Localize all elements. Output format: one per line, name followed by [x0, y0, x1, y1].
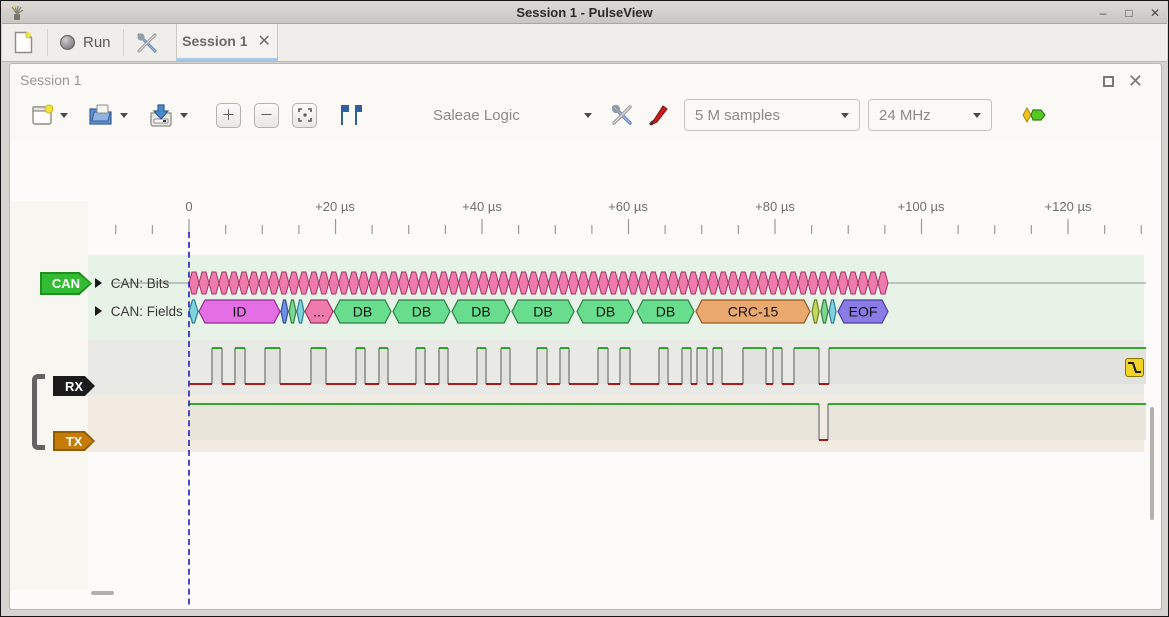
tab-label: Session 1 — [182, 33, 247, 49]
add-decoder-button[interactable] — [1020, 105, 1050, 125]
run-label: Run — [83, 34, 111, 51]
subwindow-maximize-button[interactable] — [1103, 76, 1114, 87]
decoder-row-fields-label: CAN: Fields — [111, 304, 183, 319]
subwindow-title: Session 1 — [20, 72, 81, 88]
time-cursor-line[interactable] — [188, 232, 190, 608]
decoder-tag-label: CAN — [52, 276, 80, 291]
configure-device-button[interactable] — [610, 103, 634, 127]
sample-rate-label: 24 MHz — [879, 107, 931, 124]
decoder-field-label: DB — [471, 304, 490, 320]
decoder-field-label: DB — [533, 304, 552, 320]
run-state-icon — [60, 35, 75, 50]
channel-group-bracket[interactable] — [32, 374, 45, 450]
decoder-field-label: DB — [412, 304, 431, 320]
open-file-button[interactable] — [88, 103, 134, 127]
zoom-fit-button[interactable] — [292, 103, 317, 128]
pulseview-window: Session 1 - PulseView – □ ✕ Run — [0, 0, 1169, 617]
decoder-row-bits-label: CAN: Bits — [111, 276, 170, 291]
sample-count-select[interactable]: 5 M samples — [684, 99, 860, 131]
tab-close-icon[interactable]: ✕ — [258, 31, 271, 51]
save-dropdown-arrow[interactable] — [180, 113, 188, 118]
sample-rate-select[interactable]: 24 MHz — [868, 99, 992, 131]
minimize-button[interactable]: – — [1097, 7, 1109, 19]
toolbar-separator — [47, 29, 48, 56]
device-label: Saleae Logic — [433, 107, 520, 124]
close-button[interactable]: ✕ — [1149, 7, 1161, 19]
save-file-button[interactable] — [148, 103, 194, 127]
expander-icon[interactable] — [95, 306, 102, 316]
device-dropdown-arrow — [584, 113, 592, 118]
decoder-field-label: CRC-15 — [728, 304, 779, 320]
zoom-in-button[interactable]: ＋ — [216, 103, 241, 128]
tab-session-1[interactable]: Session 1 ✕ — [176, 24, 278, 61]
settings-button[interactable] — [126, 24, 168, 61]
save-icon — [148, 103, 174, 127]
open-folder-icon — [88, 103, 114, 127]
show-cursors-button[interactable] — [337, 103, 363, 127]
trace-view[interactable]: 0+20 µs+40 µs+60 µs+80 µs+100 µs+120 µs … — [11, 139, 1160, 608]
title-bar[interactable]: Session 1 - PulseView – □ ✕ — [2, 2, 1167, 24]
configure-device-icon — [610, 103, 634, 127]
sample-count-label: 5 M samples — [695, 107, 780, 124]
decoder-field-label: DB — [353, 304, 372, 320]
new-file-icon — [30, 103, 54, 127]
maximize-button[interactable]: □ — [1123, 7, 1135, 19]
toolbar-separator — [123, 29, 124, 56]
rx-tag-label: RX — [65, 379, 83, 394]
decoder-field-label: EOF — [849, 304, 878, 320]
add-decoder-icon — [1020, 105, 1050, 125]
decoder-row-fields[interactable]: CAN: Fields — [95, 304, 183, 319]
settings-icon — [136, 32, 158, 54]
vertical-scrollbar-thumb[interactable] — [1150, 407, 1154, 520]
new-session-button[interactable] — [2, 24, 45, 61]
device-select[interactable]: Saleae Logic — [433, 99, 598, 131]
horizontal-scrollbar-thumb[interactable] — [91, 591, 114, 595]
probe-icon — [646, 103, 670, 127]
waveform-canvas: ID... DB DB DB DB DB DB CRC-15 EOF — [11, 139, 1160, 608]
open-file-dropdown-arrow[interactable] — [120, 113, 128, 118]
new-file-dropdown-arrow[interactable] — [60, 113, 68, 118]
decoder-field-label: ... — [313, 304, 325, 320]
configure-channels-button[interactable] — [646, 103, 670, 127]
sample-count-dropdown-arrow — [841, 113, 849, 118]
decoder-row-bits[interactable]: CAN: Bits — [95, 276, 169, 291]
zoom-fit-icon — [298, 108, 312, 122]
subwindow-close-button[interactable]: ✕ — [1128, 74, 1143, 88]
tx-tag-label: TX — [66, 434, 83, 449]
cursors-flags-icon — [337, 103, 363, 127]
decoder-field-label: DB — [596, 304, 615, 320]
new-session-icon — [14, 31, 33, 54]
session-toolbar: ＋ － Saleae Logic — [22, 94, 1149, 136]
run-button[interactable]: Run — [50, 24, 121, 61]
new-file-button[interactable] — [30, 103, 74, 127]
main-toolbar: Run Session 1 ✕ — [2, 24, 1167, 62]
decoder-field-label: DB — [656, 304, 675, 320]
sample-rate-dropdown-arrow — [973, 113, 981, 118]
session-subwindow: Session 1 ✕ — [9, 63, 1162, 610]
expander-icon[interactable] — [95, 278, 102, 288]
decoder-field-label: ID — [233, 304, 247, 320]
trigger-marker-icon[interactable] — [1125, 358, 1144, 377]
subwindow-header[interactable]: Session 1 ✕ — [20, 72, 1151, 90]
zoom-out-button[interactable]: － — [254, 103, 279, 128]
window-title: Session 1 - PulseView — [2, 5, 1167, 20]
